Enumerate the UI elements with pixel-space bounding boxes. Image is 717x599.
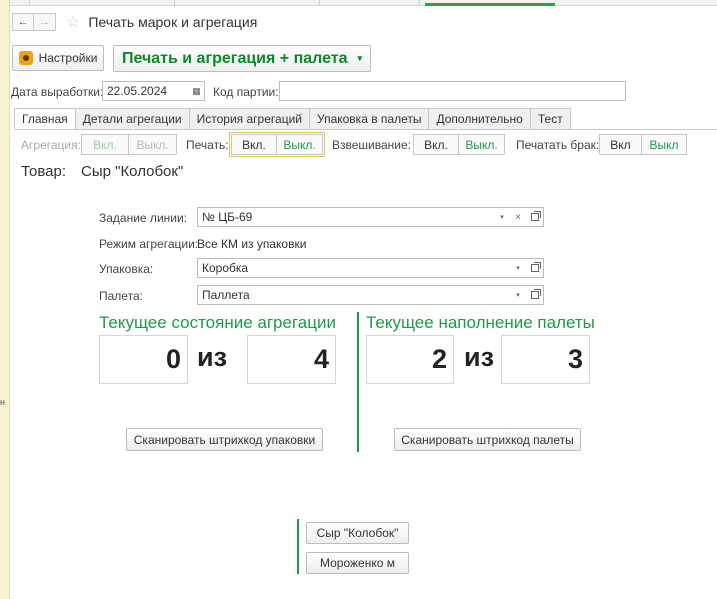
top-strip-segment xyxy=(30,0,175,6)
top-strip-segment xyxy=(10,0,30,6)
pallet-label: Палета: xyxy=(99,289,143,303)
top-strip-segment xyxy=(320,0,420,6)
batch-code-field[interactable] xyxy=(279,81,626,101)
line-task-clear-icon[interactable]: × xyxy=(511,207,525,227)
print-defect-toggle: Вкл Выкл xyxy=(599,134,687,155)
window-titlebar: ← → ☆ Печать марок и агрегация xyxy=(12,12,257,32)
tab-aggregation-history[interactable]: История агрегаций xyxy=(189,108,310,130)
package-field[interactable]: Коробка xyxy=(197,258,544,278)
product-button-cheese[interactable]: Сыр "Колобок" xyxy=(306,522,409,544)
active-window-indicator xyxy=(425,3,555,6)
line-task-dropdown-icon[interactable]: ▾ xyxy=(495,207,509,227)
line-task-open-icon[interactable] xyxy=(528,207,542,227)
pallet-of-text: из xyxy=(464,342,495,372)
print-on-button[interactable]: Вкл. xyxy=(231,134,277,155)
settings-button-label: Настройки xyxy=(38,51,98,65)
tabs-baseline xyxy=(14,129,717,130)
main-tabs: Главная Детали агрегации История агрегац… xyxy=(14,108,571,130)
calendar-button[interactable]: ▦ xyxy=(189,81,205,101)
tab-aggregation-details[interactable]: Детали агрегации xyxy=(75,108,190,130)
chevron-down-icon[interactable]: ▾ xyxy=(358,53,363,64)
weighing-on-button[interactable]: Вкл. xyxy=(413,134,459,155)
tab-test[interactable]: Тест xyxy=(530,108,571,130)
back-arrow-icon: ← xyxy=(17,16,29,28)
pallet-value: Паллета xyxy=(202,288,250,302)
line-task-label: Задание линии: xyxy=(99,211,188,225)
pallet-current-count: 2 xyxy=(366,335,454,384)
line-task-value: № ЦБ-69 xyxy=(202,210,253,224)
print-off-button[interactable]: Выкл. xyxy=(277,134,323,155)
calendar-icon: ▦ xyxy=(192,85,201,96)
settings-button[interactable]: Настройки xyxy=(12,45,104,71)
scan-pallet-barcode-button[interactable]: Сканировать штрихкод палеты xyxy=(394,428,581,451)
aggregation-state-title: Текущее состояние агрегации xyxy=(99,313,336,332)
package-open-icon[interactable] xyxy=(528,258,542,278)
product-button-icecream[interactable]: Мороженко м xyxy=(306,552,409,574)
aggregation-off-button[interactable]: Выкл. xyxy=(129,134,177,155)
aggregation-total-count: 4 xyxy=(247,335,336,384)
print-defect-toggle-label: Печатать брак: xyxy=(516,138,600,152)
top-tab-strip xyxy=(10,0,717,6)
scan-package-barcode-button[interactable]: Сканировать штрихкод упаковки xyxy=(126,428,323,451)
forward-button[interactable]: → xyxy=(34,13,56,31)
weighing-toggle-label: Взвешивание: xyxy=(332,138,412,152)
aggregation-on-button[interactable]: Вкл. xyxy=(81,134,129,155)
print-aggregation-pallet-button[interactable]: Печать и агрегация + палета ▾ xyxy=(113,45,371,72)
aggregation-current-count: 0 xyxy=(99,335,188,384)
pallet-field[interactable]: Паллета xyxy=(197,285,544,305)
forward-arrow-icon: → xyxy=(39,16,50,28)
package-label: Упаковка: xyxy=(99,262,154,276)
aggregation-toggle-label: Агрегация: xyxy=(21,138,81,152)
pallet-fill-title: Текущее наполнение палеты xyxy=(366,313,595,332)
weighing-toggle: Вкл. Выкл. xyxy=(413,134,505,155)
print-toggle-label: Печать: xyxy=(186,138,229,152)
production-date-field[interactable]: 22.05.2024 xyxy=(102,81,190,101)
product-buttons-divider xyxy=(297,519,299,574)
favorite-star-icon[interactable]: ☆ xyxy=(66,12,80,32)
print-defect-on-button[interactable]: Вкл xyxy=(599,134,642,155)
product-value: Сыр "Колобок" xyxy=(81,163,184,180)
aggregation-mode-label: Режим агрегации: xyxy=(99,237,199,251)
weighing-off-button[interactable]: Выкл. xyxy=(459,134,505,155)
top-strip-segment xyxy=(175,0,320,6)
print-toggle: Вкл. Выкл. xyxy=(229,132,325,157)
tab-main[interactable]: Главная xyxy=(14,108,76,130)
package-dropdown-icon[interactable]: ▾ xyxy=(511,258,525,278)
back-button[interactable]: ← xyxy=(12,13,34,31)
settings-gear-icon xyxy=(18,51,33,65)
pallet-dropdown-icon[interactable]: ▾ xyxy=(511,285,525,305)
product-label: Товар: xyxy=(21,163,66,180)
package-value: Коробка xyxy=(202,261,249,275)
batch-code-label: Код партии: xyxy=(213,85,279,99)
aggregation-mode-value: Все КМ из упаковки xyxy=(197,237,307,251)
tab-pallet-packing[interactable]: Упаковка в палеты xyxy=(309,108,430,130)
print-defect-off-button[interactable]: Выкл xyxy=(642,134,687,155)
section-divider xyxy=(357,312,359,452)
line-task-field[interactable]: № ЦБ-69 xyxy=(197,207,544,227)
production-date-label: Дата выработки: xyxy=(11,85,104,99)
aggregation-toggle: Вкл. Выкл. xyxy=(81,134,177,155)
main-button-label: Печать и агрегация + палета xyxy=(121,49,348,67)
left-panel-strip: н xyxy=(0,0,10,599)
pallet-open-icon[interactable] xyxy=(528,285,542,305)
window-title: Печать марок и агрегация xyxy=(88,14,258,30)
tab-additional[interactable]: Дополнительно xyxy=(429,108,531,130)
side-mark: н xyxy=(0,397,5,407)
pallet-total-count: 3 xyxy=(501,335,590,384)
aggregation-of-text: из xyxy=(197,342,228,372)
